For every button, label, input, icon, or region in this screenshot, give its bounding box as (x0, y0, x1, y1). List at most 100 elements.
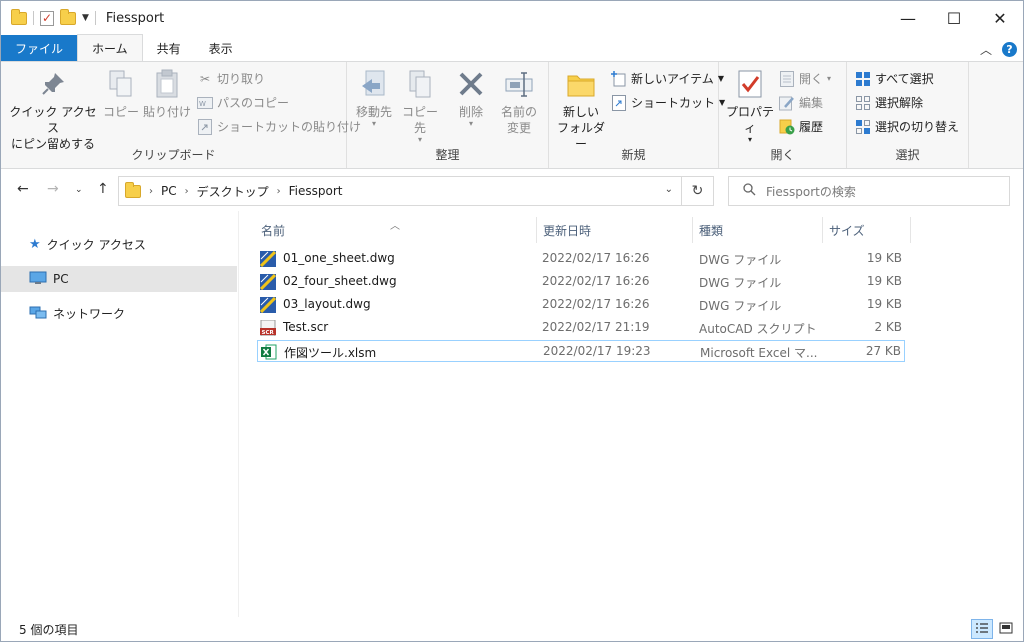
file-row-selected[interactable]: 作図ツール.xlsm 2022/02/17 19:23 Microsoft Ex… (257, 340, 905, 362)
breadcrumb-fiessport[interactable]: Fiessport (289, 184, 343, 198)
column-label: 更新日時 (543, 223, 592, 238)
details-view-icon (975, 622, 989, 637)
cut-button[interactable]: ✂ 切り取り (197, 70, 265, 87)
easy-access-button[interactable]: ショートカット ▼ (611, 94, 725, 111)
maximize-button[interactable]: ☐ (931, 1, 977, 35)
address-dropdown-icon[interactable]: ⌄ (665, 184, 673, 195)
select-all-button[interactable]: すべて選択 (855, 70, 934, 87)
search-box[interactable]: Fiessportの検索 (728, 176, 1010, 206)
copy-to-icon (404, 68, 436, 100)
path-icon: W (197, 95, 213, 111)
breadcrumb-desktop[interactable]: デスクトップ (197, 183, 269, 200)
pin-to-quick-access-button[interactable]: クイック アクセス にピン留めする (7, 68, 99, 152)
edit-button[interactable]: 編集 (779, 94, 823, 111)
scr-file-icon: SCR (260, 319, 276, 337)
nav-item-quick-access[interactable]: ★ クイック アクセス (1, 231, 237, 257)
clipboard-icon (151, 68, 183, 100)
back-arrow-icon[interactable]: ← (17, 181, 29, 197)
tab-share[interactable]: 共有 (143, 35, 195, 61)
recent-locations-icon[interactable]: ⌄ (75, 185, 83, 195)
rename-button[interactable]: 名前の 変更 (495, 68, 543, 136)
new-folder-icon[interactable] (60, 8, 76, 25)
file-name: 01_one_sheet.dwg (283, 251, 395, 265)
forward-arrow-icon[interactable]: → (47, 181, 59, 197)
qat-dropdown-icon[interactable]: ▼ (82, 13, 89, 23)
scissors-icon: ✂ (199, 71, 211, 86)
clipboard-group-label: クリップボード (131, 148, 216, 162)
file-row[interactable]: 03_layout.dwg 2022/02/17 16:26 DWG ファイル … (257, 294, 905, 316)
large-icons-view-button[interactable] (995, 619, 1017, 639)
clipboard-group: クイック アクセス にピン留めする コピー 貼り付け ✂ 切り取り W パスのコ… (1, 62, 361, 168)
file-row[interactable]: SCR Test.scr 2022/02/17 21:19 AutoCAD スク… (257, 317, 905, 339)
chevron-right-icon[interactable]: › (185, 186, 189, 197)
details-view-button[interactable] (971, 619, 993, 639)
new-folder-button[interactable]: 新しい フォルダー (555, 68, 607, 152)
minimize-button[interactable]: — (885, 1, 931, 35)
dwg-file-icon (259, 273, 277, 291)
column-header-type[interactable]: 種類 (692, 217, 822, 243)
history-label: 履歴 (799, 120, 824, 134)
column-header-modified[interactable]: 更新日時 (536, 217, 692, 243)
dwg-file-icon (259, 296, 277, 314)
delete-x-icon (455, 68, 487, 100)
excel-file-icon (261, 344, 277, 360)
breadcrumb-pc[interactable]: PC (161, 184, 177, 198)
nav-item-network[interactable]: ネットワーク (1, 300, 237, 326)
paste-shortcut-icon (197, 118, 213, 135)
new-item-icon (611, 70, 627, 87)
select-none-button[interactable]: 選択解除 (855, 94, 923, 111)
properties-icon (734, 68, 766, 100)
copy-path-button[interactable]: W パスのコピー (197, 94, 289, 111)
ribbon: クイック アクセス にピン留めする コピー 貼り付け ✂ 切り取り W パスのコ… (1, 61, 1023, 169)
column-header-size[interactable]: サイズ (822, 217, 910, 243)
column-divider[interactable] (910, 217, 911, 243)
tab-view[interactable]: 表示 (195, 35, 247, 61)
column-header-name[interactable]: 名前 ︿ (240, 217, 536, 243)
file-modified: 2022/02/17 16:26 (542, 274, 650, 288)
file-row[interactable]: 01_one_sheet.dwg 2022/02/17 16:26 DWG ファ… (257, 248, 905, 270)
window-title: Fiessport (105, 10, 165, 26)
tab-file[interactable]: ファイル (1, 35, 78, 61)
file-size: 2 KB (874, 320, 902, 334)
address-bar[interactable]: › PC › デスクトップ › Fiessport ⌄ (118, 176, 682, 206)
move-to-label: 移動先 (355, 105, 392, 119)
star-icon: ★ (29, 236, 41, 252)
new-item-button[interactable]: 新しいアイテム ▼ (611, 70, 724, 87)
shortcut-icon (611, 94, 627, 111)
paste-label: 貼り付け (142, 105, 191, 119)
paste-button[interactable]: 貼り付け (141, 68, 193, 120)
file-name: 02_four_sheet.dwg (283, 274, 397, 288)
tab-home[interactable]: ホーム (77, 34, 143, 61)
large-icons-view-icon (999, 622, 1013, 637)
rename-icon (503, 68, 535, 100)
nav-item-pc[interactable]: PC (1, 266, 237, 292)
chevron-right-icon[interactable]: › (277, 186, 281, 197)
properties-label: プロパティ (725, 105, 774, 135)
properties-check-icon[interactable]: ✓ (40, 10, 54, 26)
copy-to-button[interactable]: コピー先 ▾ (397, 68, 443, 144)
delete-button[interactable]: 削除 ▾ (451, 68, 491, 128)
file-list: 名前 ︿ 更新日時 種類 サイズ 01_one_sheet.dwg 2022/0… (240, 211, 1023, 617)
open-icon (779, 70, 795, 87)
chevron-right-icon[interactable]: › (149, 186, 153, 197)
close-button[interactable]: ✕ (977, 1, 1023, 35)
history-button[interactable]: 履歴 (779, 118, 823, 135)
invert-selection-button[interactable]: 選択の切り替え (855, 118, 959, 135)
collapse-ribbon-icon[interactable]: ︿ (980, 41, 992, 58)
properties-dropdown-icon: ▾ (747, 135, 752, 144)
organize-group: 移動先 ▾ コピー先 ▾ 削除 ▾ 名前の 変更 整理 (347, 62, 549, 168)
open-button[interactable]: 開く ▾ (779, 70, 831, 87)
navigation-pane: ★ クイック アクセス PC ネットワーク (1, 211, 239, 617)
delete-dropdown-icon: ▾ (468, 119, 473, 128)
file-row[interactable]: 02_four_sheet.dwg 2022/02/17 16:26 DWG フ… (257, 271, 905, 293)
file-type: DWG ファイル (699, 253, 782, 267)
copy-button[interactable]: コピー (101, 68, 141, 120)
move-to-button[interactable]: 移動先 ▾ (351, 68, 397, 128)
paste-shortcut-button[interactable]: ショートカットの貼り付け (197, 118, 361, 135)
up-arrow-icon[interactable]: ↑ (97, 181, 109, 197)
refresh-button[interactable]: ↻ (682, 176, 714, 206)
properties-button[interactable]: プロパティ ▾ (723, 68, 777, 144)
file-modified: 2022/02/17 16:26 (542, 251, 650, 265)
move-to-icon (358, 68, 390, 100)
help-icon[interactable]: ? (1002, 42, 1017, 57)
